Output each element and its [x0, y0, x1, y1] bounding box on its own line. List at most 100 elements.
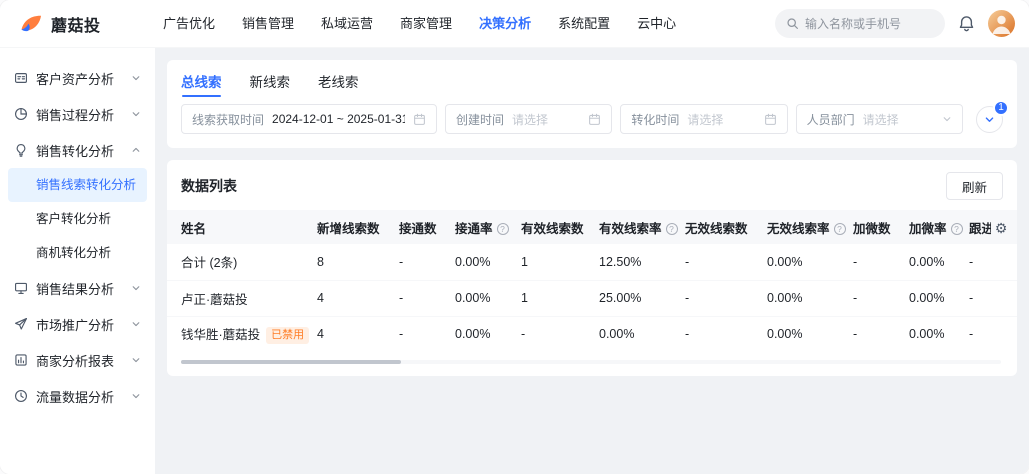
- nav-item-private-domain-ops[interactable]: 私域运营: [321, 0, 373, 48]
- help-icon[interactable]: ?: [497, 223, 509, 235]
- filter-label: 创建时间: [456, 111, 504, 128]
- scrollbar-thumb[interactable]: [181, 360, 401, 364]
- brand-name: 蘑菇投: [51, 12, 101, 36]
- cell-value: -: [399, 280, 455, 316]
- cell-value: 8: [317, 244, 399, 280]
- status-badge-disabled: 已禁用: [266, 327, 309, 344]
- table-row: 卢正·蘑菇投 4 - 0.00% 1 25.00% - 0.00% - 0.00…: [167, 280, 1017, 316]
- nav-item-merchant-management[interactable]: 商家管理: [400, 0, 452, 48]
- logo-icon: [18, 11, 44, 37]
- filter-conversion-time[interactable]: 转化时间 请选择: [620, 104, 787, 134]
- refresh-button[interactable]: 刷新: [946, 172, 1003, 200]
- column-header-connected: 接通数: [399, 210, 455, 244]
- filter-count-badge: 1: [993, 100, 1009, 116]
- card-icon: [14, 71, 28, 85]
- cell-value: -: [853, 244, 909, 280]
- column-header-new-leads: 新增线索数: [317, 210, 399, 244]
- sidebar-item-sales-conversion[interactable]: 销售转化分析: [8, 132, 147, 168]
- cell-value: -: [969, 244, 1017, 280]
- cell-value: 0.00%: [599, 316, 685, 352]
- sidebar-item-marketing-promotion[interactable]: 市场推广分析: [8, 306, 147, 342]
- sidebar-item-merchant-reports[interactable]: 商家分析报表: [8, 342, 147, 378]
- cell-value: 0.00%: [767, 280, 853, 316]
- filter-placeholder: 请选择: [512, 111, 548, 128]
- sidebar-item-sales-process[interactable]: 销售过程分析: [8, 96, 147, 132]
- sidebar: 客户资产分析 销售过程分析: [0, 48, 155, 474]
- nav-item-ad-optimization[interactable]: 广告优化: [163, 0, 215, 48]
- body: 客户资产分析 销售过程分析: [0, 48, 1029, 474]
- brand-logo[interactable]: 蘑菇投: [18, 11, 155, 37]
- user-avatar[interactable]: [988, 10, 1015, 37]
- report-icon: [14, 353, 28, 367]
- help-icon[interactable]: ?: [834, 223, 846, 235]
- filter-placeholder: 请选择: [863, 111, 899, 128]
- cell-value: 1: [521, 244, 599, 280]
- search-input[interactable]: [805, 17, 934, 31]
- sidebar-item-label: 销售过程分析: [36, 105, 114, 124]
- nav-item-cloud-center[interactable]: 云中心: [637, 0, 676, 48]
- cell-value: -: [853, 316, 909, 352]
- horizontal-scrollbar: [181, 360, 1001, 364]
- sidebar-subitem-lead-conversion[interactable]: 销售线索转化分析: [8, 168, 147, 202]
- calendar-icon: [413, 113, 426, 126]
- cell-value: 0.00%: [909, 244, 969, 280]
- cell-value: -: [969, 280, 1017, 316]
- column-header-invalid-leads: 无效线索数: [685, 210, 767, 244]
- cell-value: 0.00%: [455, 316, 521, 352]
- chevron-down-icon: [942, 114, 952, 124]
- sidebar-subitem-customer-conversion[interactable]: 客户转化分析: [8, 202, 147, 236]
- column-header-valid-rate: 有效线索率?: [599, 210, 685, 244]
- tab-new-leads[interactable]: 新线索: [250, 60, 291, 102]
- filter-lead-acquire-time[interactable]: 线索获取时间 2024-12-01 ~ 2025-01-31: [181, 104, 437, 134]
- filter-label: 人员部门: [807, 111, 855, 128]
- chevron-down-icon: [131, 73, 141, 83]
- help-icon[interactable]: ?: [951, 223, 963, 235]
- column-label: 无效线索率: [767, 222, 830, 236]
- cell-value: 1: [521, 280, 599, 316]
- sidebar-item-label: 销售转化分析: [36, 141, 114, 160]
- nav-item-decision-analysis[interactable]: 决策分析: [479, 0, 531, 48]
- lead-tabs: 总线索 新线索 老线索: [181, 60, 1003, 102]
- search-icon: [786, 17, 799, 30]
- filter-card: 总线索 新线索 老线索 线索获取时间 2024-12-01 ~ 2025-01-…: [167, 60, 1017, 148]
- row-name: 卢正·蘑菇投: [181, 293, 248, 307]
- help-icon[interactable]: ?: [666, 223, 678, 235]
- nav-item-sales-management[interactable]: 销售管理: [242, 0, 294, 48]
- cell-name: 合计 (2条): [167, 244, 317, 280]
- bell-icon[interactable]: [958, 15, 975, 32]
- sidebar-item-customer-assets[interactable]: 客户资产分析: [8, 60, 147, 96]
- column-label: 姓名: [181, 222, 206, 236]
- cell-value: -: [685, 316, 767, 352]
- filter-create-time[interactable]: 创建时间 请选择: [445, 104, 612, 134]
- sidebar-subitem-opportunity-conversion[interactable]: 商机转化分析: [8, 236, 147, 270]
- global-search: [775, 9, 945, 38]
- nav-item-system-config[interactable]: 系统配置: [558, 0, 610, 48]
- row-name: 钱华胜·蘑菇投: [181, 328, 260, 342]
- column-header-wechat-added: 加微数: [853, 210, 909, 244]
- filter-label: 转化时间: [631, 111, 679, 128]
- cell-value: 0.00%: [909, 316, 969, 352]
- data-list-header: 数据列表 刷新: [167, 172, 1017, 210]
- gear-icon[interactable]: ⚙: [991, 218, 1011, 238]
- filter-collapse-button[interactable]: 1: [976, 106, 1003, 133]
- cell-value: 0.00%: [455, 244, 521, 280]
- column-header-connect-rate: 接通率?: [455, 210, 521, 244]
- app-window: 蘑菇投 广告优化 销售管理 私域运营 商家管理 决策分析 系统配置 云中心: [0, 0, 1029, 474]
- cell-name: 钱华胜·蘑菇投已禁用: [167, 316, 317, 352]
- chevron-down-icon: [131, 355, 141, 365]
- tab-old-leads[interactable]: 老线索: [318, 60, 359, 102]
- column-label: 有效线索数: [521, 222, 584, 236]
- send-icon: [14, 317, 28, 331]
- sidebar-item-traffic-data[interactable]: 流量数据分析: [8, 378, 147, 414]
- bulb-icon: [14, 143, 28, 157]
- filter-personnel-department[interactable]: 人员部门 请选择: [796, 104, 963, 134]
- filter-placeholder: 请选择: [687, 111, 723, 128]
- cell-value: -: [399, 244, 455, 280]
- filter-value: 2024-12-01 ~ 2025-01-31: [272, 112, 405, 126]
- cell-value: 0.00%: [767, 244, 853, 280]
- tab-total-leads[interactable]: 总线索: [181, 60, 222, 102]
- cell-value: -: [399, 316, 455, 352]
- sidebar-item-sales-results[interactable]: 销售结果分析: [8, 270, 147, 306]
- column-label: 加微数: [853, 222, 891, 236]
- main-content: 总线索 新线索 老线索 线索获取时间 2024-12-01 ~ 2025-01-…: [155, 48, 1029, 474]
